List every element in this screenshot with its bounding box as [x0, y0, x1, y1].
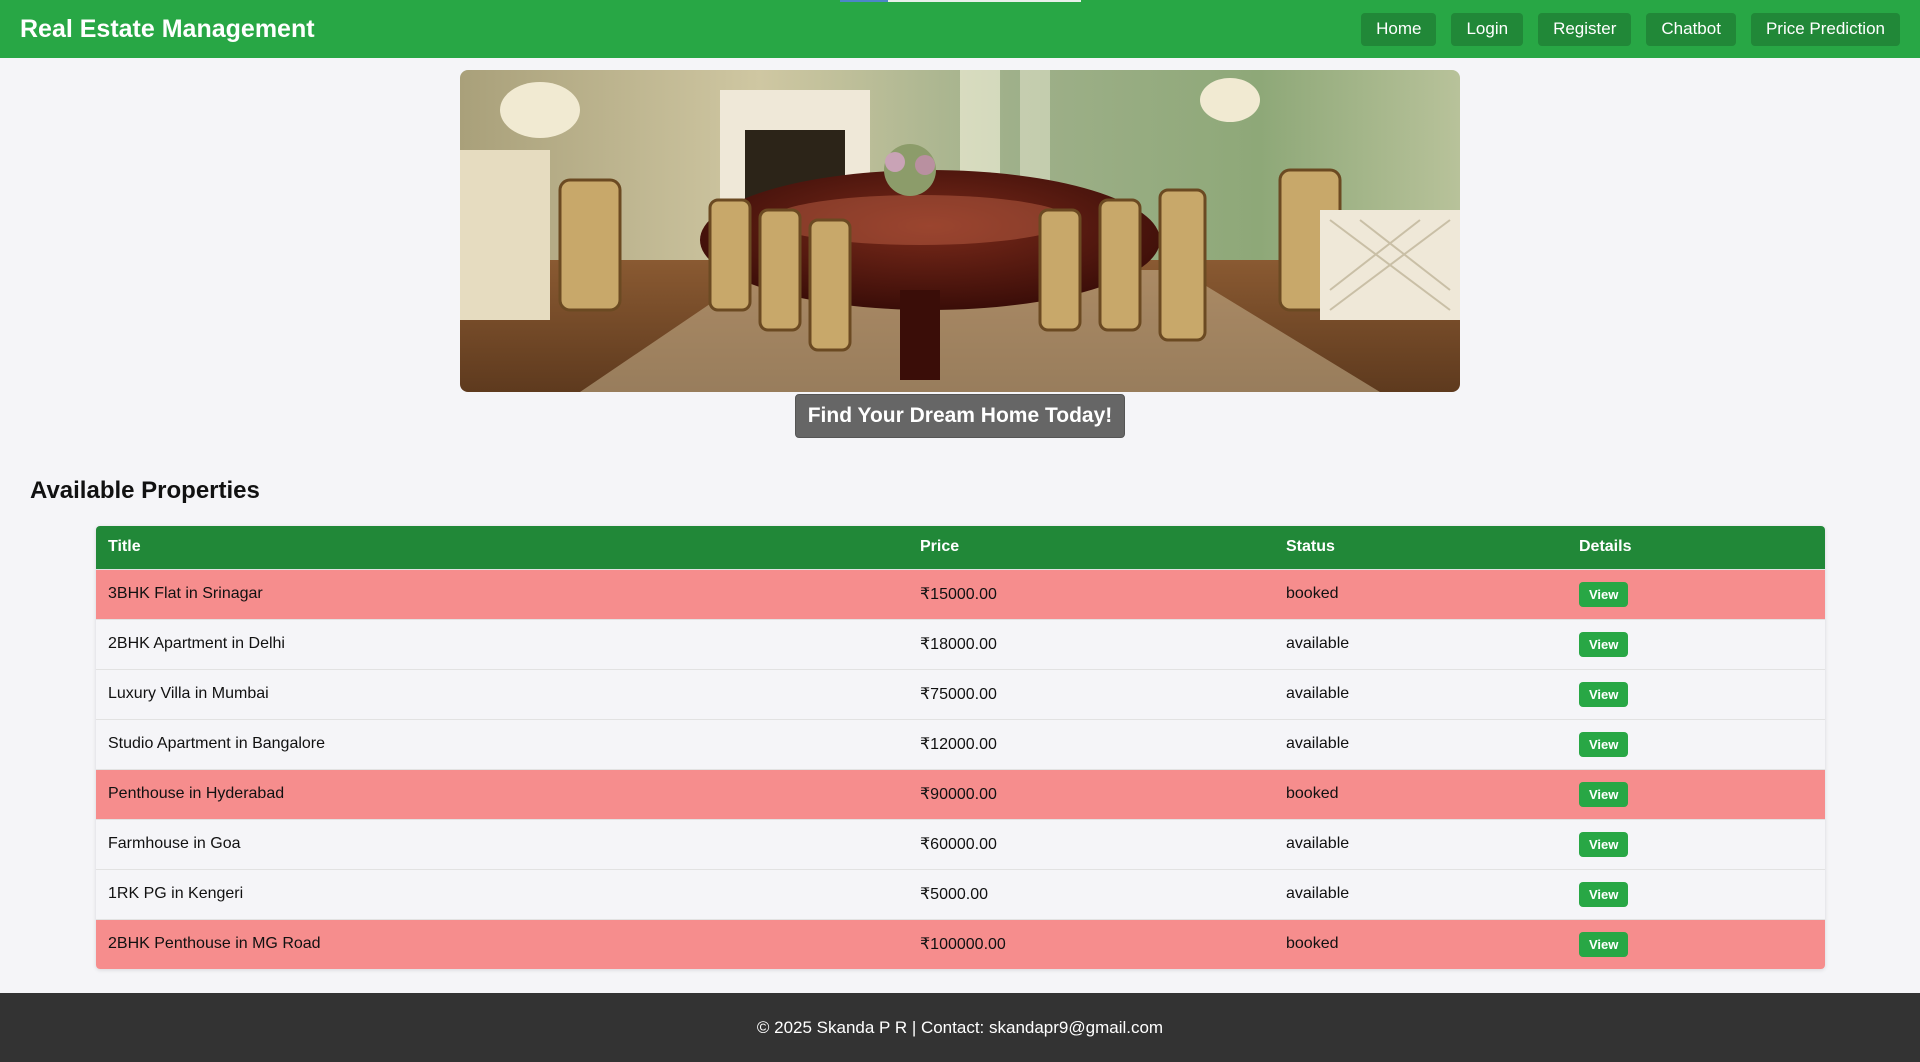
column-header-title: Title [96, 526, 908, 569]
property-title: Penthouse in Hyderabad [108, 785, 285, 802]
property-price: ₹5000.00 [920, 886, 989, 903]
column-header-status: Status [1274, 526, 1567, 569]
property-title: Farmhouse in Goa [108, 835, 241, 852]
table-row: 2BHK Apartment in Delhi ₹18000.00 availa… [96, 619, 1825, 669]
property-price: ₹18000.00 [920, 636, 997, 653]
view-button[interactable]: View [1579, 581, 1629, 607]
table-row: Luxury Villa in Mumbai ₹75000.00 availab… [96, 669, 1825, 719]
available-properties-heading: Available Properties [30, 477, 260, 504]
properties-table: Title Price Status Details 3BHK Flat in … [96, 526, 1825, 969]
property-title: Luxury Villa in Mumbai [108, 685, 269, 702]
column-header-price: Price [908, 526, 1274, 569]
table-row: Penthouse in Hyderabad ₹90000.00 booked … [96, 769, 1825, 819]
nav-home-button[interactable]: Home [1361, 12, 1437, 46]
property-status: available [1286, 685, 1350, 702]
footer-text: © 2025 Skanda P R | Contact: skandapr9@g… [756, 1017, 1164, 1037]
property-status: available [1286, 735, 1350, 752]
property-status: available [1286, 635, 1350, 652]
view-button[interactable]: View [1579, 681, 1629, 707]
nav-login-button[interactable]: Login [1451, 12, 1524, 46]
property-price: ₹12000.00 [920, 736, 997, 753]
footer: © 2025 Skanda P R | Contact: skandapr9@g… [0, 993, 1920, 1062]
property-status: available [1286, 835, 1350, 852]
property-status: booked [1286, 585, 1339, 602]
view-button[interactable]: View [1579, 781, 1629, 807]
top-navbar: Real Estate Management Home Login Regist… [0, 0, 1920, 58]
property-price: ₹60000.00 [920, 836, 997, 853]
brand-title: Real Estate Management [20, 14, 315, 43]
property-title: 2BHK Apartment in Delhi [108, 635, 285, 652]
property-title: 2BHK Penthouse in MG Road [108, 935, 321, 953]
nav-menu: Home Login Register Chatbot Price Predic… [1361, 12, 1900, 46]
property-status: available [1286, 885, 1350, 902]
view-button[interactable]: View [1579, 931, 1629, 957]
hero-image [460, 70, 1460, 392]
column-header-details: Details [1567, 526, 1825, 569]
property-status: booked [1286, 785, 1339, 802]
nav-chatbot-button[interactable]: Chatbot [1646, 12, 1736, 46]
view-button[interactable]: View [1579, 731, 1629, 757]
table-row: Studio Apartment in Bangalore ₹12000.00 … [96, 719, 1825, 769]
table-row: 2BHK Penthouse in MG Road ₹100000.00 boo… [96, 919, 1825, 969]
table-row: 1RK PG in Kengeri ₹5000.00 available Vie… [96, 869, 1825, 919]
property-price: ₹75000.00 [920, 686, 997, 703]
table-row: 3BHK Flat in Srinagar ₹15000.00 booked V… [96, 569, 1825, 619]
property-status: booked [1286, 935, 1339, 953]
nav-register-button[interactable]: Register [1538, 12, 1632, 46]
table-header-row: Title Price Status Details [96, 526, 1825, 569]
find-dream-home-button[interactable]: Find Your Dream Home Today! [795, 394, 1125, 438]
property-price: ₹90000.00 [920, 786, 997, 803]
property-title: 1RK PG in Kengeri [108, 885, 244, 902]
property-title: Studio Apartment in Bangalore [108, 735, 326, 752]
table-row: Farmhouse in Goa ₹60000.00 available Vie… [96, 819, 1825, 869]
view-button[interactable]: View [1579, 831, 1629, 857]
loading-indicator [840, 0, 1081, 2]
property-price: ₹15000.00 [920, 586, 997, 603]
property-title: 3BHK Flat in Srinagar [108, 585, 263, 602]
view-button[interactable]: View [1579, 631, 1629, 657]
view-button[interactable]: View [1579, 881, 1629, 907]
property-price: ₹100000.00 [920, 936, 1006, 954]
nav-price-prediction-button[interactable]: Price Prediction [1750, 12, 1900, 46]
